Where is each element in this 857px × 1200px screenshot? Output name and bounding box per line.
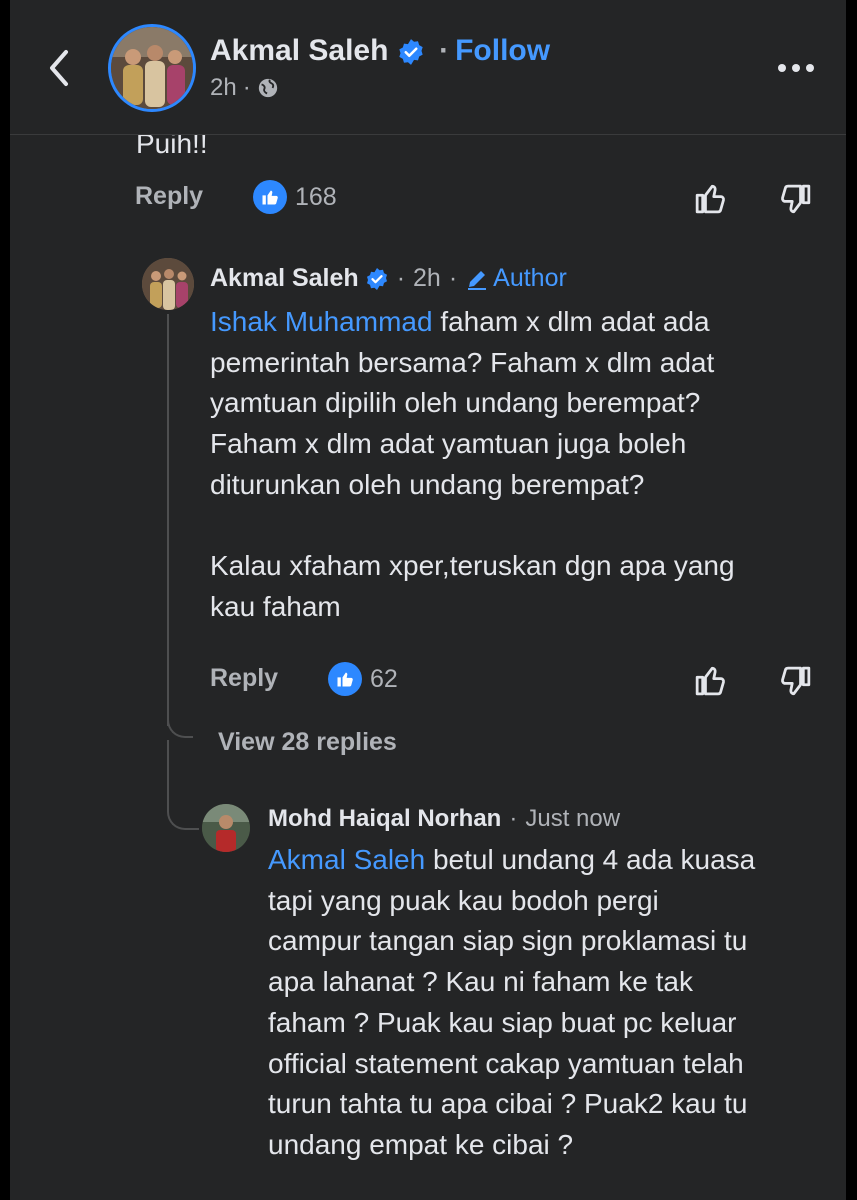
reply-text-line: faham x dlm adat ada [432, 306, 710, 337]
comment-actions: Reply [135, 182, 203, 211]
reply-author-name[interactable]: Akmal Saleh [210, 264, 359, 293]
reply-meta-separator: · [396, 264, 406, 292]
reply-text-line: Kalau xfaham xper,teruskan dgn apa yang [210, 550, 735, 582]
header-separator: · [439, 34, 450, 67]
like-icon [253, 180, 287, 214]
verified-badge-icon [399, 39, 423, 65]
reply-text-line: yamtuan dipilih oleh undang berempat? [210, 387, 701, 419]
reply-button[interactable]: Reply [135, 182, 203, 211]
commenter-avatar[interactable] [202, 804, 250, 852]
avatar-photo [111, 27, 193, 109]
comments-screen: Puih!! Akmal Saleh · Follow 2h · Reply 1… [10, 0, 846, 1200]
commenter-name[interactable]: Mohd Haiqal Norhan [268, 805, 501, 833]
thread-curve [167, 790, 199, 830]
reply-header: Mohd Haiqal Norhan · Just now [268, 805, 620, 833]
post-header: Akmal Saleh · Follow 2h · [10, 0, 846, 135]
reply-text-line: apa lahanat ? Kau ni faham ke tak [268, 966, 693, 998]
view-replies-link[interactable]: View 28 replies [218, 728, 397, 757]
reply-text-line: betul undang 4 ada kuasa [425, 844, 756, 875]
reply-meta-separator-2: · [448, 264, 458, 292]
reply-text-line: Faham x dlm adat yamtuan juga boleh [210, 428, 687, 460]
reply-text-line: faham ? Puak kau siap buat pc keluar [268, 1006, 737, 1038]
follow-button[interactable]: Follow [455, 34, 550, 67]
reply-text-line: kau faham [210, 590, 341, 622]
avatar-photo [142, 258, 194, 310]
author-name[interactable]: Akmal Saleh [210, 34, 388, 67]
reply-like-summary[interactable]: 62 [328, 662, 398, 696]
upvote-icon[interactable] [694, 662, 728, 698]
author-avatar[interactable] [108, 24, 196, 112]
reply-text-line: tapi yang puak kau bodoh pergi [268, 884, 659, 916]
back-chevron-icon[interactable] [40, 48, 80, 88]
globe-icon [258, 78, 277, 98]
reply-text-line: turun tahta tu apa cibai ? Puak2 kau tu [268, 1088, 748, 1120]
like-icon [328, 662, 362, 696]
reply-author-avatar[interactable] [142, 258, 194, 310]
like-summary[interactable]: 168 [253, 180, 337, 214]
mention-link[interactable]: Akmal Saleh [268, 844, 425, 875]
thread-line [167, 314, 169, 726]
post-meta: 2h · [210, 74, 279, 102]
reply-time: Just now [525, 805, 621, 832]
reply-text: Akmal Saleh betul undang 4 ada kuasa tap… [268, 840, 838, 1166]
mention-link[interactable]: Ishak Muhammad [210, 306, 433, 337]
reply-text-line: diturunkan oleh undang berempat? [210, 468, 645, 500]
verified-badge-icon [366, 267, 387, 290]
reply-button[interactable]: Reply [210, 664, 278, 693]
reply-text-line: undang empat ke cibai ? [268, 1128, 574, 1160]
like-count: 168 [295, 182, 337, 211]
reply-time: 2h [413, 264, 441, 292]
like-count: 62 [370, 664, 398, 693]
reply-meta-separator: · [509, 805, 518, 832]
pencil-icon [468, 270, 487, 290]
reply-header: Akmal Saleh · 2h · Author [210, 264, 567, 293]
thread-curve [167, 700, 193, 738]
avatar-photo [202, 804, 250, 852]
author-name-row: Akmal Saleh · Follow [210, 34, 550, 68]
reply-text-line: official statement cakap yamtuan telah [268, 1047, 744, 1079]
author-label: Author [493, 264, 567, 292]
downvote-icon[interactable] [778, 182, 812, 218]
reply-text-line: pemerintah bersama? Faham x dlm adat [210, 346, 715, 378]
downvote-icon[interactable] [778, 664, 812, 700]
meta-separator: · [242, 74, 251, 101]
reply-actions: Reply [210, 664, 278, 693]
reply-text-line: campur tangan siap sign proklamasi tu [268, 925, 748, 957]
author-tag: Author [465, 264, 567, 293]
reply-text: Ishak Muhammad faham x dlm adat ada peme… [210, 302, 830, 628]
upvote-icon[interactable] [694, 180, 728, 216]
more-options-icon[interactable] [776, 60, 816, 76]
post-time: 2h [210, 74, 237, 101]
